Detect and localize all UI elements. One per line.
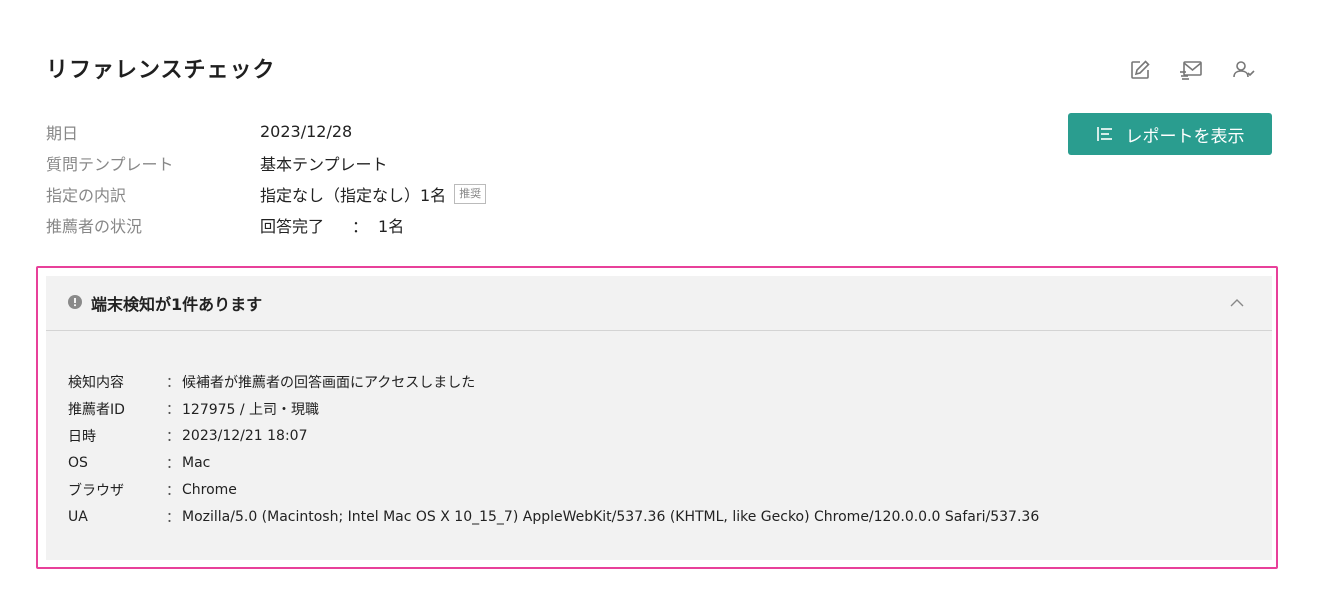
status-colon: ：: [352, 216, 369, 236]
edit-icon[interactable]: [1126, 56, 1154, 84]
user-check-icon[interactable]: [1230, 56, 1258, 84]
meta-row-template: 質問テンプレート 基本テンプレート: [46, 147, 486, 178]
meta-value-wrapper: 回答完了 ： 1名: [260, 213, 404, 237]
meta-value: 指定なし（指定なし）1名: [260, 185, 447, 205]
show-report-button[interactable]: レポートを表示: [1068, 113, 1272, 155]
page-title: リファレンスチェック: [46, 58, 276, 83]
highlight-frame: [36, 266, 1278, 569]
mail-icon[interactable]: [1178, 56, 1206, 84]
recommended-tag: 推奨: [454, 183, 487, 204]
meta-row-status: 推薦者の状況 回答完了 ： 1名: [46, 209, 486, 240]
meta-label: 質問テンプレート: [46, 154, 174, 174]
status-value: 回答完了: [260, 216, 325, 236]
meta-row-due-date: 期日 2023/12/28: [46, 116, 486, 147]
meta-row-breakdown: 指定の内訳 指定なし（指定なし）1名 推奨: [46, 178, 487, 209]
status-count: 1名: [378, 216, 405, 236]
reference-check-summary: 期日 2023/12/28 質問テンプレート 基本テンプレート 指定の内訳 指定…: [46, 116, 487, 240]
report-list-icon: [1096, 126, 1114, 142]
meta-value: 基本テンプレート: [260, 154, 388, 174]
header-actions: [1126, 56, 1258, 84]
meta-value: 2023/12/28: [260, 122, 353, 141]
meta-label: 指定の内訳: [46, 185, 127, 205]
show-report-label: レポートを表示: [1125, 126, 1245, 147]
meta-value-wrapper: 指定なし（指定なし）1名 推奨: [260, 182, 487, 206]
meta-label: 期日: [46, 123, 79, 143]
meta-label: 推薦者の状況: [46, 216, 143, 236]
